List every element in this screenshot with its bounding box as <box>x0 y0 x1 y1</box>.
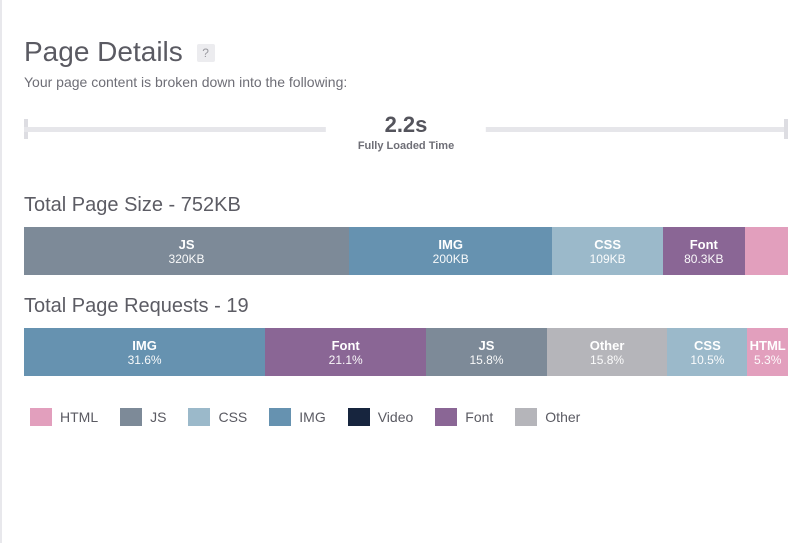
chart-segment-js[interactable]: JS15.8% <box>426 328 547 376</box>
segment-value: 5.3% <box>754 353 781 367</box>
help-icon[interactable]: ? <box>197 44 215 62</box>
segment-value: 21.1% <box>329 353 363 367</box>
segment-name: IMG <box>132 338 157 353</box>
segment-value: 80.3KB <box>684 252 723 266</box>
legend-swatch <box>515 408 537 426</box>
legend-item-js[interactable]: JS <box>120 408 166 426</box>
timeline-end-tick <box>784 119 788 139</box>
load-timeline: 2.2s Fully Loaded Time <box>24 116 788 174</box>
fully-loaded-value: 2.2s <box>358 112 454 138</box>
segment-value: 200KB <box>433 252 469 266</box>
legend-label: JS <box>150 409 166 425</box>
page-requests-chart: IMG31.6%Font21.1%JS15.8%Other15.8%CSS10.… <box>24 328 788 376</box>
legend-label: IMG <box>299 409 325 425</box>
legend-item-css[interactable]: CSS <box>188 408 247 426</box>
fully-loaded-time: 2.2s Fully Loaded Time <box>326 112 486 152</box>
segment-value: 320KB <box>169 252 205 266</box>
legend-label: CSS <box>218 409 247 425</box>
segment-name: HTML <box>750 338 786 353</box>
chart-segment-font[interactable]: Font21.1% <box>265 328 426 376</box>
segment-name: Font <box>332 338 360 353</box>
chart-segment-img[interactable]: IMG31.6% <box>24 328 265 376</box>
legend-label: Font <box>465 409 493 425</box>
segment-value: 109KB <box>590 252 626 266</box>
segment-value: 10.5% <box>690 353 724 367</box>
page-size-chart: JS320KBIMG200KBCSS109KBFont80.3KB <box>24 227 788 275</box>
legend-item-html[interactable]: HTML <box>30 408 98 426</box>
chart-segment-font[interactable]: Font80.3KB <box>663 227 745 275</box>
legend-swatch <box>188 408 210 426</box>
segment-name: JS <box>479 338 495 353</box>
segment-name: Other <box>590 338 625 353</box>
legend-swatch <box>269 408 291 426</box>
legend-item-video[interactable]: Video <box>348 408 414 426</box>
legend-swatch <box>348 408 370 426</box>
legend-item-other[interactable]: Other <box>515 408 580 426</box>
chart-segment-js[interactable]: JS320KB <box>24 227 349 275</box>
segment-name: IMG <box>438 237 463 252</box>
fully-loaded-label: Fully Loaded Time <box>358 140 454 152</box>
segment-name: CSS <box>594 237 621 252</box>
legend-item-img[interactable]: IMG <box>269 408 325 426</box>
segment-value: 15.8% <box>469 353 503 367</box>
segment-name: JS <box>179 237 195 252</box>
legend-swatch <box>120 408 142 426</box>
legend-label: HTML <box>60 409 98 425</box>
legend-label: Other <box>545 409 580 425</box>
chart-legend: HTML JS CSS IMG Video Font Other <box>24 408 788 426</box>
legend-swatch <box>435 408 457 426</box>
segment-value: 31.6% <box>128 353 162 367</box>
segment-name: Font <box>690 237 718 252</box>
chart-segment-html[interactable] <box>745 227 788 275</box>
page-subtitle: Your page content is broken down into th… <box>24 74 788 90</box>
total-page-size-title: Total Page Size - 752KB <box>24 194 788 217</box>
segment-name: CSS <box>694 338 721 353</box>
legend-swatch <box>30 408 52 426</box>
chart-segment-html[interactable]: HTML5.3% <box>747 328 787 376</box>
segment-value: 15.8% <box>590 353 624 367</box>
total-page-requests-title: Total Page Requests - 19 <box>24 295 788 318</box>
legend-item-font[interactable]: Font <box>435 408 493 426</box>
legend-label: Video <box>378 409 414 425</box>
page-title: Page Details ? <box>24 36 788 68</box>
page-title-text: Page Details <box>24 36 183 67</box>
chart-segment-img[interactable]: IMG200KB <box>349 227 552 275</box>
chart-segment-css[interactable]: CSS109KB <box>552 227 663 275</box>
page-details-panel: Page Details ? Your page content is brok… <box>0 0 800 543</box>
chart-segment-other[interactable]: Other15.8% <box>547 328 668 376</box>
chart-segment-css[interactable]: CSS10.5% <box>667 328 747 376</box>
